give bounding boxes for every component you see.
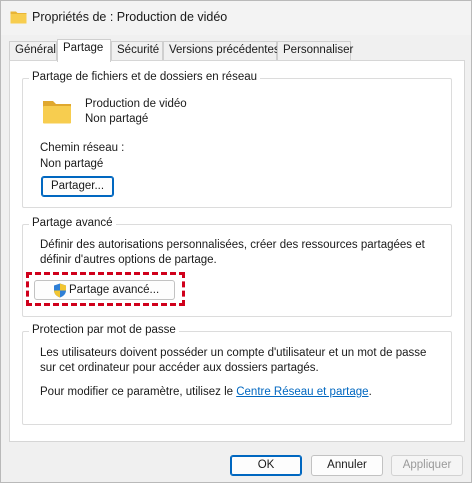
folder-share-status: Non partagé (85, 113, 149, 125)
sharing-panel: Partage de fichiers et de dossiers en ré… (9, 60, 465, 442)
advanced-sharing-button[interactable]: Partage avancé... (34, 280, 175, 300)
folder-icon (43, 101, 71, 124)
share-button[interactable]: Partager... (41, 176, 114, 197)
group-title: Protection par mot de passe (29, 324, 179, 336)
network-sharing-group: Partage de fichiers et de dossiers en ré… (22, 71, 452, 208)
change-setting-text: Pour modifier ce paramètre, utilisez le … (40, 385, 372, 400)
change-setting-prefix: Pour modifier ce paramètre, utilisez le (40, 386, 237, 398)
password-protection-description: Les utilisateurs doivent posséder un com… (40, 347, 427, 374)
group-title: Partage avancé (29, 217, 116, 229)
folder-icon (10, 11, 27, 24)
window-title: Propriétés de : Production de vidéo (32, 10, 228, 24)
title-bar: Propriétés de : Production de vidéo (1, 1, 471, 35)
tab-strip: Général Partage Sécurité Versions précéd… (9, 39, 469, 62)
change-setting-suffix: . (368, 386, 372, 398)
advanced-sharing-description: Définir des autorisations personnalisées… (40, 239, 425, 266)
network-path-value: Non partagé (40, 158, 104, 170)
uac-shield-icon (54, 283, 66, 298)
folder-name: Production de vidéo (85, 98, 187, 110)
group-title: Partage de fichiers et de dossiers en ré… (29, 71, 261, 83)
tab-security[interactable]: Sécurité (111, 41, 163, 61)
tab-sharing[interactable]: Partage (57, 39, 111, 62)
tab-general[interactable]: Général (9, 41, 57, 61)
network-sharing-center-link[interactable]: Centre Réseau et partage (236, 386, 368, 398)
network-path-label: Chemin réseau : (40, 142, 125, 154)
tab-customize[interactable]: Personnaliser (277, 41, 353, 61)
cancel-button[interactable]: Annuler (311, 455, 383, 476)
apply-button[interactable]: Appliquer (391, 455, 463, 476)
ok-button[interactable]: OK (230, 455, 302, 476)
tab-previous-versions[interactable]: Versions précédentes (163, 41, 280, 61)
advanced-sharing-button-label: Partage avancé... (69, 284, 160, 296)
password-protection-group: Protection par mot de passe Les utilisat… (22, 324, 452, 425)
properties-dialog: Propriétés de : Production de vidéo Géné… (0, 0, 472, 483)
